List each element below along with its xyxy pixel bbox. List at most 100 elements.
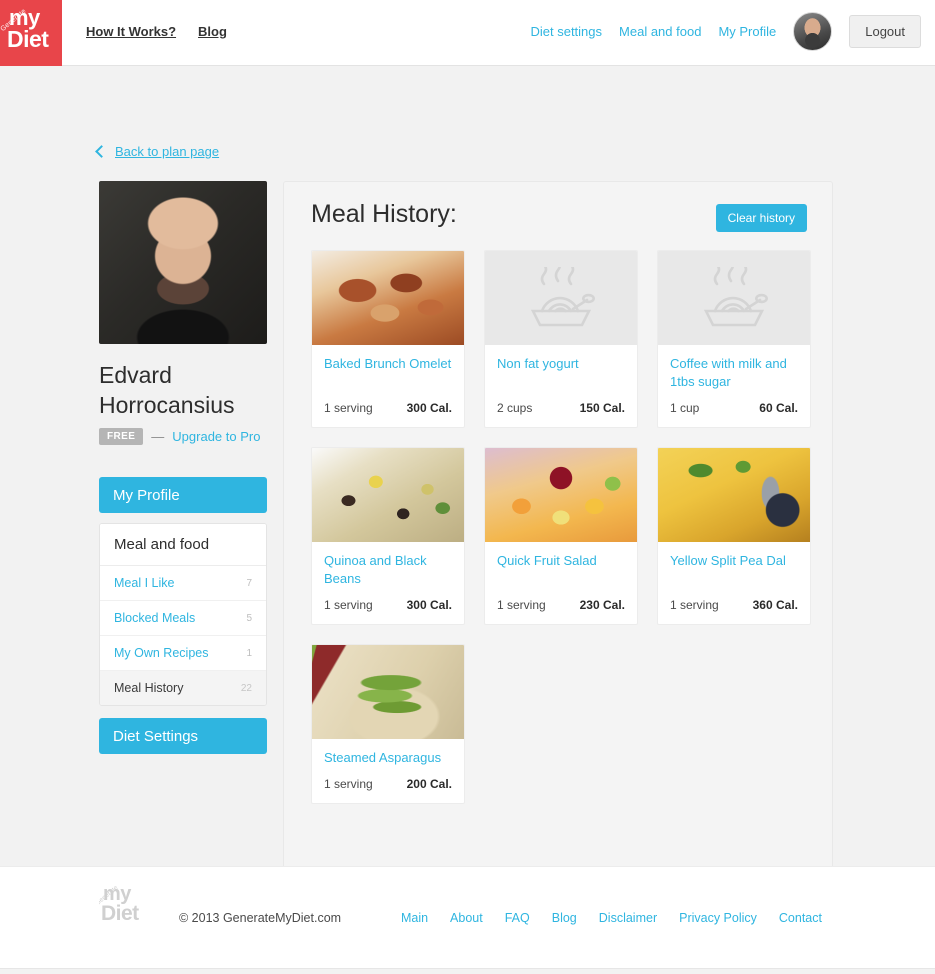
meal-name: Yellow Split Pea Dal	[670, 553, 786, 568]
footer-logo-diet-text: Diet	[101, 902, 139, 925]
nav-how-it-works[interactable]: How It Works?	[86, 24, 176, 39]
meal-calories: 300 Cal.	[406, 598, 452, 612]
footer-link-about[interactable]: About	[450, 911, 483, 925]
meal-calories: 300 Cal.	[406, 401, 452, 415]
meal-serving: 1 serving	[324, 777, 373, 791]
meal-name: Quick Fruit Salad	[497, 553, 597, 568]
meal-card[interactable]: Baked Brunch Omelet 1 serving 300 Cal.	[311, 250, 465, 428]
clear-history-button[interactable]: Clear history	[715, 204, 807, 232]
meal-history-panel: Meal History: Clear history Baked Brunch…	[283, 181, 833, 903]
sidebar-item-count: 5	[246, 612, 252, 624]
sidebar-item-label: Blocked Meals	[114, 611, 196, 625]
nav-blog[interactable]: Blog	[198, 24, 227, 39]
sidebar-my-profile-button[interactable]: My Profile	[99, 477, 267, 513]
meal-card[interactable]: Non fat yogurt 2 cups 150 Cal.	[484, 250, 638, 428]
user-avatar-icon[interactable]	[793, 12, 833, 51]
footer-nav: Main About FAQ Blog Disclaimer Privacy P…	[401, 911, 822, 925]
meal-card-body: Yellow Split Pea Dal 1 serving 360 Cal.	[658, 542, 810, 624]
sidebar-diet-settings-button[interactable]: Diet Settings	[99, 718, 267, 754]
logo-diet-text: Diet	[7, 26, 49, 52]
site-footer: Generate my Diet © 2013 GenerateMyDiet.c…	[0, 866, 935, 968]
meal-serving: 1 serving	[324, 598, 373, 612]
meal-serving: 1 serving	[324, 401, 373, 415]
sidebar-item-label: Meal I Like	[114, 576, 175, 590]
copyright-text: © 2013 GenerateMyDiet.com	[179, 911, 342, 925]
meal-serving: 1 cup	[670, 401, 700, 415]
meal-calories: 360 Cal.	[752, 598, 798, 612]
meal-card-body: Coffee with milk and 1tbs sugar 1 cup 60…	[658, 345, 810, 427]
meal-card-body: Quinoa and Black Beans 1 serving 300 Cal…	[312, 542, 464, 624]
page-title: Meal History:	[311, 200, 457, 228]
meal-image-placeholder	[485, 251, 637, 345]
footer-logo: Generate my Diet	[99, 881, 153, 937]
footer-link-faq[interactable]: FAQ	[505, 911, 530, 925]
meal-card[interactable]: Quinoa and Black Beans 1 serving 300 Cal…	[311, 447, 465, 625]
panel-header: Meal History: Clear history	[284, 182, 832, 247]
page-body: Back to plan page Edvard Horrocansius FR…	[0, 66, 935, 903]
sidebar: Edvard Horrocansius FREE — Upgrade to Pr…	[99, 181, 267, 754]
meal-meta: 1 serving 300 Cal.	[324, 401, 452, 415]
sidebar-item-my-own-recipes[interactable]: My Own Recipes 1	[100, 636, 266, 671]
user-name: Edvard Horrocansius	[99, 362, 235, 418]
sidebar-item-label: My Own Recipes	[114, 646, 209, 660]
meal-meta: 1 serving 230 Cal.	[497, 598, 625, 612]
meal-name: Baked Brunch Omelet	[324, 356, 452, 371]
sidebar-item-meal-history[interactable]: Meal History 22	[100, 671, 266, 705]
sidebar-item-blocked-meals[interactable]: Blocked Meals 5	[100, 601, 266, 636]
meal-card-body: Steamed Asparagus 1 serving 200 Cal.	[312, 739, 464, 803]
sidebar-menu-heading: Meal and food	[100, 524, 266, 566]
sidebar-item-count: 7	[246, 577, 252, 589]
meal-serving: 1 serving	[497, 598, 546, 612]
meal-serving: 2 cups	[497, 401, 533, 415]
meal-card-body: Quick Fruit Salad 1 serving 230 Cal.	[485, 542, 637, 624]
footer-link-contact[interactable]: Contact	[779, 911, 822, 925]
meal-card[interactable]: Steamed Asparagus 1 serving 200 Cal.	[311, 644, 465, 804]
nav-meal-and-food[interactable]: Meal and food	[619, 24, 701, 39]
meal-image	[485, 448, 637, 542]
nav-my-profile[interactable]: My Profile	[718, 24, 776, 39]
back-link-label[interactable]: Back to plan page	[115, 144, 219, 159]
meal-name: Quinoa and Black Beans	[324, 553, 427, 586]
footer-link-main[interactable]: Main	[401, 911, 428, 925]
footer-link-blog[interactable]: Blog	[552, 911, 577, 925]
chevron-left-icon	[95, 144, 108, 158]
page-root: Generate my Diet How It Works? Blog Diet…	[0, 0, 935, 974]
sidebar-item-label: Meal History	[114, 681, 184, 695]
footer-logo-my-text: my	[103, 883, 131, 905]
plan-row: FREE — Upgrade to Pro	[99, 428, 267, 445]
plan-separator: —	[151, 429, 165, 444]
meal-serving: 1 serving	[670, 598, 719, 612]
meal-card[interactable]: Coffee with milk and 1tbs sugar 1 cup 60…	[657, 250, 811, 428]
meal-image	[658, 448, 810, 542]
logout-button[interactable]: Logout	[849, 15, 921, 48]
back-to-plan-page[interactable]: Back to plan page	[95, 144, 219, 159]
meal-card[interactable]: Yellow Split Pea Dal 1 serving 360 Cal.	[657, 447, 811, 625]
sidebar-menu: Meal and food Meal I Like 7 Blocked Meal…	[99, 523, 267, 706]
brand-logo[interactable]: Generate my Diet	[0, 0, 62, 66]
footer-link-disclaimer[interactable]: Disclaimer	[599, 911, 657, 925]
site-header: Generate my Diet How It Works? Blog Diet…	[0, 0, 935, 66]
meal-meta: 1 serving 360 Cal.	[670, 598, 798, 612]
sidebar-item-count: 22	[240, 682, 252, 694]
meal-card-body: Baked Brunch Omelet 1 serving 300 Cal.	[312, 345, 464, 427]
sidebar-item-meal-i-like[interactable]: Meal I Like 7	[100, 566, 266, 601]
meal-meta: 1 serving 200 Cal.	[324, 777, 452, 791]
meal-calories: 150 Cal.	[579, 401, 625, 415]
footer-divider	[0, 968, 935, 969]
meal-meta: 2 cups 150 Cal.	[497, 401, 625, 415]
footer-link-privacy-policy[interactable]: Privacy Policy	[679, 911, 757, 925]
meal-name: Non fat yogurt	[497, 356, 579, 371]
meal-calories: 60 Cal.	[759, 401, 798, 415]
meal-card-body: Non fat yogurt 2 cups 150 Cal.	[485, 345, 637, 427]
plan-badge: FREE	[99, 428, 144, 445]
nav-diet-settings[interactable]: Diet settings	[530, 24, 602, 39]
user-nav: Diet settings Meal and food My Profile L…	[530, 12, 921, 51]
meal-name: Coffee with milk and 1tbs sugar	[670, 356, 787, 389]
bowl-placeholder-icon	[658, 251, 810, 345]
profile-photo	[99, 181, 267, 344]
meal-card[interactable]: Quick Fruit Salad 1 serving 230 Cal.	[484, 447, 638, 625]
meal-meta: 1 serving 300 Cal.	[324, 598, 452, 612]
meal-image	[312, 251, 464, 345]
upgrade-to-pro-link[interactable]: Upgrade to Pro	[172, 429, 260, 444]
meal-card-grid: Baked Brunch Omelet 1 serving 300 Cal. N…	[311, 250, 811, 804]
